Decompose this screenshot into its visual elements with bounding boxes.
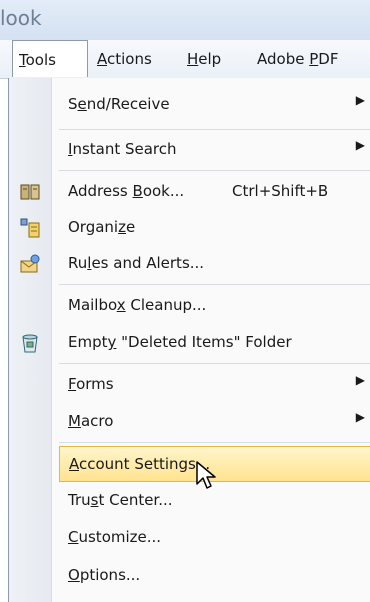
menu-actions[interactable]: Actions — [97, 40, 152, 78]
menu-item-trust-center[interactable]: Trust Center... — [9, 483, 370, 519]
shortcut-text: Ctrl+Shift+B — [232, 182, 329, 200]
deleted-items-icon — [22, 334, 38, 353]
menu-separator — [59, 170, 370, 171]
menu-item-options[interactable]: Options... — [9, 558, 370, 594]
submenu-arrow-icon: ▶ — [355, 93, 365, 107]
menu-item-address-book[interactable]: Address Book... Ctrl+Shift+B — [9, 174, 370, 210]
submenu-arrow-icon: ▶ — [355, 373, 365, 387]
tools-menu: Send/Receive ▶ Instant Search ▶ Address … — [8, 78, 370, 602]
window-title: look — [0, 6, 42, 30]
menu-help[interactable]: Help — [187, 40, 221, 78]
menu-item-forms[interactable]: Forms ▶ — [9, 367, 370, 403]
menu-separator — [59, 129, 370, 130]
menu-item-send-receive[interactable]: Send/Receive ▶ — [9, 87, 370, 123]
menu-item-instant-search[interactable]: Instant Search ▶ — [9, 132, 370, 168]
submenu-arrow-icon: ▶ — [355, 410, 365, 424]
mouse-cursor-icon — [196, 461, 216, 489]
menu-tools[interactable]: Tools — [12, 40, 88, 77]
menu-separator — [59, 442, 370, 443]
address-book-icon — [20, 184, 40, 200]
title-bar-strip: look — [0, 0, 370, 40]
menu-item-macro[interactable]: Macro ▶ — [9, 404, 370, 440]
menu-adobe-pdf[interactable]: Adobe PDF — [257, 40, 338, 78]
menu-item-empty-deleted-items[interactable]: Empty "Deleted Items" Folder — [9, 325, 370, 361]
organize-icon — [20, 218, 40, 238]
menu-item-mailbox-cleanup[interactable]: Mailbox Cleanup... — [9, 288, 370, 324]
menu-item-customize[interactable]: Customize... — [9, 520, 370, 556]
rules-alerts-icon — [20, 254, 40, 273]
menu-separator — [59, 363, 370, 364]
submenu-arrow-icon: ▶ — [355, 138, 365, 152]
menu-item-organize[interactable]: Organize — [9, 210, 370, 246]
menu-item-rules-alerts[interactable]: Rules and Alerts... — [9, 246, 370, 282]
menu-separator — [59, 284, 370, 285]
menu-bar: Tools Actions Help Adobe PDF — [0, 40, 370, 79]
